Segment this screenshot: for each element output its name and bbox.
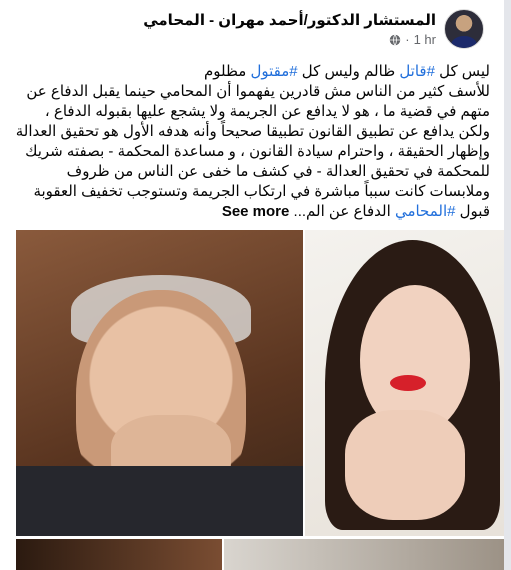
facebook-post: المستشار الدكتور/أحمد مهران - المحامي · …	[0, 0, 504, 570]
scrollbar[interactable]	[504, 0, 511, 570]
photo-bottom-left[interactable]	[16, 539, 222, 570]
hashtag-victim[interactable]: #مقتول	[250, 63, 297, 80]
text-segment: الدفاع عن الم...	[293, 203, 395, 220]
photo-detail	[390, 375, 426, 391]
photo-detail	[345, 410, 465, 520]
photo-woman[interactable]	[305, 230, 504, 536]
author-name[interactable]: المستشار الدكتور/أحمد مهران - المحامي	[143, 11, 436, 29]
post-meta: · 1 hr	[389, 32, 436, 47]
hashtag-killer[interactable]: #قاتل	[399, 63, 435, 80]
photo-elderly-man[interactable]	[16, 230, 303, 536]
author-avatar[interactable]	[444, 9, 484, 49]
text-segment: ظالم وليس كل	[297, 63, 400, 80]
post-header-text: المستشار الدكتور/أحمد مهران - المحامي · …	[0, 11, 436, 47]
text-segment: ليس كل	[434, 63, 490, 80]
globe-icon[interactable]	[389, 33, 401, 46]
post-paragraph: للأسف كثير من الناس مش قادرين يفهموا أن …	[10, 82, 490, 222]
post-photo-grid	[0, 230, 504, 570]
meta-separator: ·	[405, 32, 410, 47]
photo-detail	[16, 466, 303, 536]
text-segment: مظلوم	[203, 63, 251, 80]
post-line-1: ليس كل #قاتل ظالم وليس كل #مقتول مظلوم	[10, 62, 490, 82]
hashtag-lawyer[interactable]: #المحامي	[395, 203, 456, 220]
see-more-link[interactable]: See more	[222, 203, 290, 220]
text-segment: للأسف كثير من الناس مش قادرين يفهموا أن …	[15, 83, 490, 220]
post-body: ليس كل #قاتل ظالم وليس كل #مقتول مظلوم ل…	[10, 62, 490, 222]
post-header: المستشار الدكتور/أحمد مهران - المحامي · …	[0, 6, 504, 52]
post-timestamp[interactable]: 1 hr	[414, 32, 436, 47]
photo-bottom-right[interactable]	[224, 539, 504, 570]
